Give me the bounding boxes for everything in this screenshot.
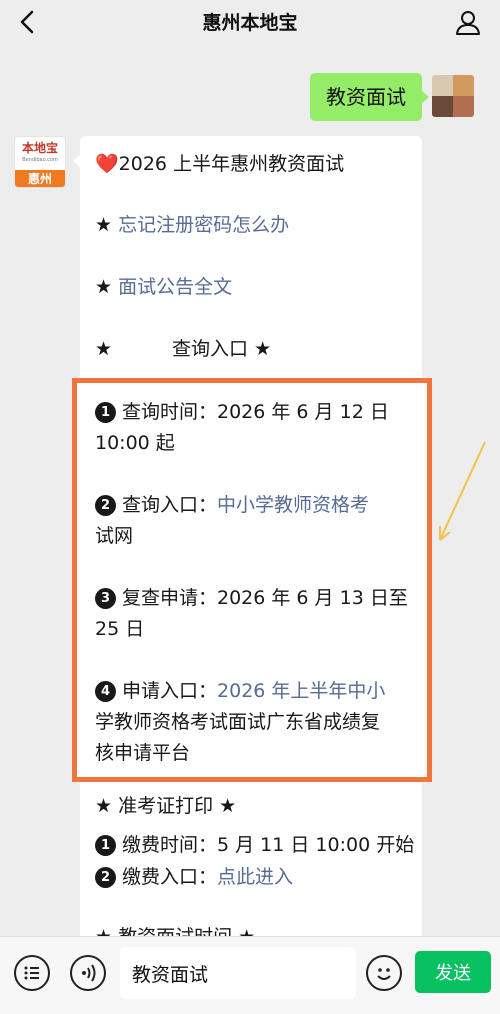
heart-icon: ❤️ (95, 153, 119, 175)
query-entry-line: 2 查询入口：中小学教师资格考 (95, 490, 369, 521)
message-input-bar: 发送 (0, 936, 500, 1014)
query-time-line: 1 查询时间：2026 年 6 月 12 日 (95, 397, 389, 428)
number-1-icon: 1 (95, 835, 116, 856)
avatar-city-text: 惠州 (15, 170, 65, 187)
recheck-platform-link-cont2[interactable]: 核申请平台 (95, 738, 190, 769)
emoji-button[interactable] (366, 955, 402, 991)
chat-header: 惠州本地宝 (0, 0, 500, 44)
avatar-brand-text: 本地宝 (21, 141, 58, 155)
number-2-icon: 2 (95, 495, 116, 516)
recheck-apply-line: 3 复查申请：2026 年 6 月 13 日至 (95, 583, 408, 614)
user-profile-icon[interactable] (454, 8, 482, 36)
emoji-icon (377, 968, 391, 980)
number-3-icon: 3 (95, 588, 116, 609)
query-time-line-cont: 10:00 起 (95, 432, 175, 454)
number-2-icon: 2 (95, 867, 116, 888)
voice-button[interactable] (70, 955, 106, 991)
recheck-platform-link[interactable]: 2026 年上半年中小 (217, 680, 385, 702)
announcement-item: ★ 面试公告全文 (95, 276, 233, 298)
menu-icon (24, 966, 39, 980)
menu-toggle-button[interactable] (14, 955, 50, 991)
avatar-domain-text: Bendibao.com (22, 157, 58, 163)
chat-title: 惠州本地宝 (202, 12, 298, 34)
send-button[interactable]: 发送 (415, 951, 491, 993)
payment-time-line: 1 缴费时间：5 月 11 日 10:00 开始 (95, 830, 414, 860)
announcement-link[interactable]: 面试公告全文 (118, 276, 232, 298)
number-4-icon: 4 (95, 681, 116, 702)
query-entry-heading: ★ 查询入口 ★ (95, 338, 272, 360)
message-input[interactable] (120, 947, 356, 999)
pointer-arrow-icon (439, 441, 486, 541)
teacher-exam-site-link[interactable]: 中小学教师资格考 (217, 494, 369, 516)
recheck-apply-line-cont: 25 日 (95, 618, 145, 640)
voice-icon (82, 964, 96, 982)
admit-card-heading: ★ 准考证打印 ★ (95, 795, 237, 817)
payment-entry-line: 2 缴费入口：点此进入 (95, 862, 293, 892)
recheck-platform-link-cont[interactable]: 学教师资格考试面试广东省成绩复 (95, 707, 380, 738)
number-1-icon: 1 (95, 402, 116, 423)
forgot-password-link[interactable]: 忘记注册密码怎么办 (118, 214, 289, 236)
my-avatar[interactable] (432, 75, 474, 117)
apply-entry-line: 4 申请入口：2026 年上半年中小 (95, 676, 385, 707)
outgoing-message[interactable]: 教资面试 (310, 73, 429, 121)
message-title: ❤️2026 上半年惠州教资面试 (95, 153, 345, 175)
teacher-exam-site-link-cont[interactable]: 试网 (95, 521, 133, 552)
pay-here-link[interactable]: 点此进入 (217, 866, 293, 888)
bendibao-avatar[interactable]: 本地宝 Bendibao.com 惠州 (14, 136, 66, 188)
highlight-box: 1 查询时间：2026 年 6 月 12 日 10:00 起 2 查询入口：中小学教… (72, 378, 432, 782)
forgot-password-item: ★ 忘记注册密码怎么办 (95, 214, 290, 236)
